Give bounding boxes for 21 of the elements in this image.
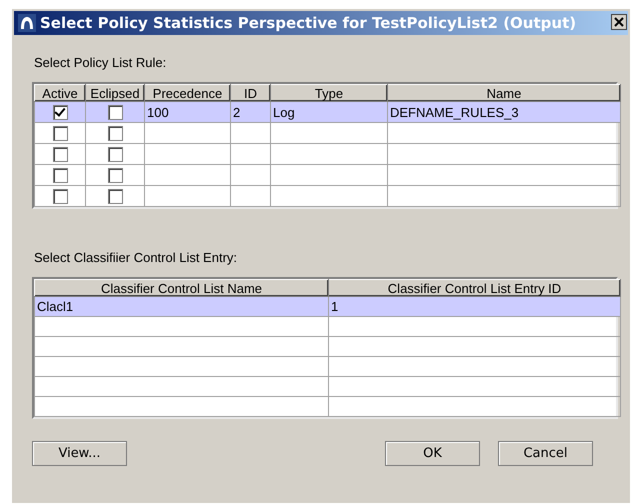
table-cell: 1 <box>331 299 338 314</box>
dialog-button[interactable]: OK <box>385 441 480 466</box>
table-cell: Log <box>273 104 295 120</box>
column-header[interactable]: ID <box>230 84 270 102</box>
column-header[interactable]: Type <box>270 84 388 102</box>
window-title: Select Policy Statistics Perspective for TestPolicyList2 (Output) <box>40 14 576 32</box>
table-cell: DEFNAME_RULES_3 <box>390 104 519 120</box>
dialog-button[interactable]: View... <box>32 441 127 466</box>
table-cell: 100 <box>147 104 169 120</box>
column-header[interactable]: Eclipsed <box>86 84 144 102</box>
table-cell: 2 <box>233 104 240 120</box>
column-header[interactable]: Active <box>34 84 86 102</box>
column-header[interactable]: Precedence <box>144 84 230 102</box>
dialog-button[interactable]: Cancel <box>498 441 593 466</box>
column-header[interactable]: Classifier Control List Entry ID <box>328 280 620 296</box>
section-label: Select Policy List Rule: <box>34 55 168 71</box>
table-row[interactable]: 100 2 Log DEFNAME_RULES_3 <box>34 102 620 122</box>
section-label: Select Classifiier Control List Entry: <box>34 250 238 266</box>
column-header[interactable]: Classifier Control List Name <box>34 280 328 296</box>
table-cell: Clacl1 <box>37 299 74 314</box>
column-header[interactable]: Name <box>388 84 620 102</box>
